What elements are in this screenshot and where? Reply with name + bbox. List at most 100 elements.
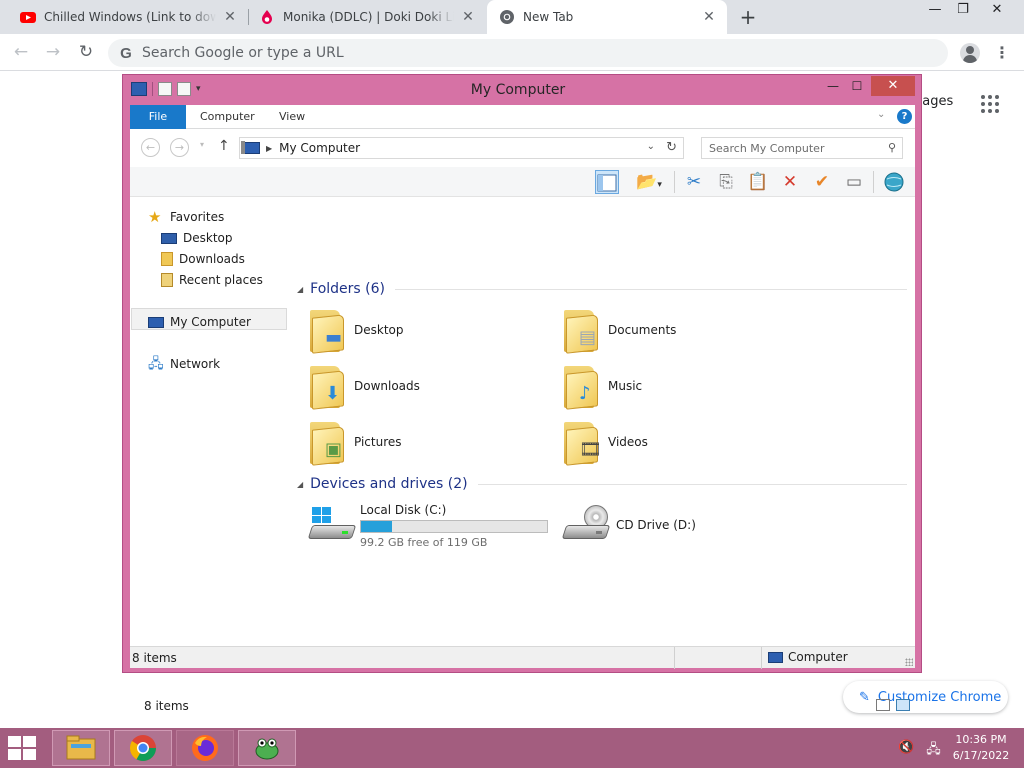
nav-favorites[interactable]: ★ Favorites bbox=[148, 207, 224, 227]
network-globe-button[interactable] bbox=[882, 170, 906, 194]
status-location: Computer bbox=[768, 650, 848, 664]
properties-button[interactable]: ▭ bbox=[842, 170, 866, 194]
paste-button[interactable]: 📋 bbox=[746, 170, 770, 194]
youtube-icon bbox=[20, 12, 36, 23]
folder-downloads[interactable]: ⬇ Downloads bbox=[308, 360, 420, 412]
folder-pictures[interactable]: ▣ Pictures bbox=[308, 416, 402, 468]
details-view-icon[interactable] bbox=[876, 699, 890, 711]
browser-toolbar: ← → ↻ G ⋮ bbox=[0, 34, 1024, 71]
copy-button[interactable]: ⎘ bbox=[714, 170, 738, 194]
taskbar-firefox[interactable] bbox=[176, 730, 234, 766]
network-status-icon[interactable]: 🖧 bbox=[926, 740, 941, 762]
folders-section-header[interactable]: ◢ Folders (6) bbox=[297, 281, 907, 297]
folder-desktop[interactable]: ▬ Desktop bbox=[308, 304, 404, 356]
nav-network[interactable]: 🖧 Network bbox=[148, 354, 220, 374]
drive-cd-d[interactable]: CD Drive (D:) bbox=[561, 499, 696, 551]
properties-card-icon: ▭ bbox=[845, 172, 863, 192]
check-folder-button[interactable]: 📂▾ bbox=[630, 170, 668, 194]
devices-section-header[interactable]: ◢ Devices and drives (2) bbox=[297, 476, 907, 492]
taskbar-chrome[interactable] bbox=[114, 730, 172, 766]
tab-file[interactable]: File bbox=[130, 105, 186, 129]
profile-avatar-icon[interactable] bbox=[960, 43, 980, 63]
taskbar-file-explorer[interactable] bbox=[52, 730, 110, 766]
status-separator bbox=[674, 647, 675, 669]
delete-button[interactable]: ✕ bbox=[778, 170, 802, 194]
cd-drive-label: CD Drive (D:) bbox=[616, 518, 696, 532]
taskbar-app-frog[interactable] bbox=[238, 730, 296, 766]
refresh-icon[interactable]: ↻ bbox=[666, 140, 677, 155]
tab-title: New Tab bbox=[523, 10, 574, 24]
window-title: My Computer bbox=[470, 82, 566, 98]
explorer-minimize-button[interactable]: — bbox=[821, 76, 845, 96]
collapse-triangle-icon[interactable]: ◢ bbox=[297, 480, 303, 489]
breadcrumb-my-computer[interactable]: My Computer bbox=[279, 141, 360, 155]
menu-kebab-icon[interactable]: ⋮ bbox=[994, 42, 1010, 64]
tab-close-icon[interactable]: ✕ bbox=[222, 9, 238, 25]
tab-computer[interactable]: Computer bbox=[187, 105, 268, 129]
start-button[interactable] bbox=[8, 736, 38, 760]
tab-close-icon[interactable]: ✕ bbox=[460, 9, 476, 25]
explorer-maximize-button[interactable]: ☐ bbox=[845, 76, 869, 96]
customize-chrome-button[interactable]: ✎ Customize Chrome bbox=[843, 681, 1008, 713]
navigation-pane: ★ Favorites Desktop Downloads Recent pla… bbox=[130, 197, 292, 646]
folder-videos[interactable]: 🎞 Videos bbox=[562, 416, 648, 468]
folder-label: Downloads bbox=[354, 379, 420, 393]
cmd-separator bbox=[674, 171, 675, 193]
new-tab-button[interactable]: + bbox=[738, 7, 758, 27]
tab-chilled-windows[interactable]: Chilled Windows (Link to downloa ✕ bbox=[0, 0, 248, 34]
forward-button[interactable]: → bbox=[42, 41, 64, 63]
status-separator bbox=[761, 647, 762, 669]
back-button[interactable]: ← bbox=[10, 41, 32, 63]
expand-ribbon-chevron-icon[interactable]: ⌄ bbox=[877, 109, 885, 120]
drive-local-disk-c[interactable] bbox=[307, 499, 357, 551]
help-icon[interactable]: ? bbox=[897, 109, 912, 124]
reload-button[interactable]: ↻ bbox=[75, 41, 97, 63]
tiles-view-icon[interactable] bbox=[896, 699, 910, 711]
volume-muted-icon[interactable]: 🔇 bbox=[898, 740, 914, 762]
tab-close-icon[interactable]: ✕ bbox=[701, 9, 717, 25]
apps-grid-icon[interactable] bbox=[981, 95, 999, 113]
omnibox[interactable]: G bbox=[108, 39, 948, 67]
omnibox-input[interactable] bbox=[142, 45, 842, 61]
search-icon[interactable]: ⚲ bbox=[888, 141, 896, 154]
explorer-titlebar[interactable]: ▾ My Computer — ☐ ✕ bbox=[123, 75, 921, 105]
folder-videos-icon: 🎞 bbox=[562, 418, 602, 466]
explorer-window: ▾ My Computer — ☐ ✕ File Computer View ⌄… bbox=[122, 74, 922, 713]
taskbar-clock[interactable]: 10:36 PM 6/17/2022 bbox=[948, 732, 1014, 764]
explorer-forward-button[interactable]: → bbox=[170, 138, 189, 157]
nav-desktop[interactable]: Desktop bbox=[161, 228, 233, 248]
folder-check-icon: 📂 bbox=[636, 172, 658, 192]
resize-grip[interactable] bbox=[905, 658, 913, 666]
preview-pane-button[interactable] bbox=[595, 170, 619, 194]
tab-view[interactable]: View bbox=[266, 105, 318, 129]
local-disk-info[interactable]: Local Disk (C:) 99.2 GB free of 119 GB bbox=[360, 503, 560, 549]
search-box[interactable]: ⚲ bbox=[701, 137, 903, 159]
collapse-triangle-icon[interactable]: ◢ bbox=[297, 285, 303, 294]
folder-desktop-icon: ▬ bbox=[308, 306, 348, 354]
explorer-back-button[interactable]: ← bbox=[141, 138, 160, 157]
address-dropdown-icon[interactable]: ⌄ bbox=[647, 141, 655, 152]
restore-button[interactable]: ❐ bbox=[946, 0, 980, 22]
close-window-button[interactable]: ✕ bbox=[980, 0, 1014, 22]
tab-new-tab[interactable]: New Tab ✕ bbox=[487, 0, 727, 34]
folder-documents[interactable]: ▤ Documents bbox=[562, 304, 676, 356]
pencil-icon: ✎ bbox=[859, 689, 870, 705]
address-row: ← → ▾ ↑ ▶ My Computer ⌄ ↻ ⚲ bbox=[130, 129, 915, 167]
address-bar[interactable]: ▶ My Computer ⌄ ↻ bbox=[239, 137, 684, 159]
nav-downloads[interactable]: Downloads bbox=[161, 249, 245, 269]
tab-monika-ddlc[interactable]: Monika (DDLC) | Doki Doki Litera ✕ bbox=[249, 0, 486, 34]
nav-recent-places[interactable]: Recent places bbox=[161, 270, 263, 290]
search-input[interactable] bbox=[709, 141, 879, 155]
cut-button[interactable]: ✂ bbox=[682, 170, 706, 194]
browser-tab-strip: Chilled Windows (Link to downloa ✕ Monik… bbox=[0, 0, 1024, 34]
nav-label: Recent places bbox=[179, 273, 263, 287]
up-one-level-icon[interactable]: ↑ bbox=[218, 138, 230, 154]
explorer-close-button[interactable]: ✕ bbox=[871, 76, 915, 96]
folder-music[interactable]: ♪ Music bbox=[562, 360, 642, 412]
nav-my-computer[interactable]: My Computer bbox=[148, 312, 251, 332]
delete-x-icon: ✕ bbox=[782, 172, 798, 192]
clock-date: 6/17/2022 bbox=[952, 749, 1010, 762]
recent-locations-dropdown-icon[interactable]: ▾ bbox=[200, 140, 204, 149]
rename-button[interactable]: ✔ bbox=[810, 170, 834, 194]
breadcrumb-chevron-icon[interactable]: ▶ bbox=[266, 144, 272, 153]
